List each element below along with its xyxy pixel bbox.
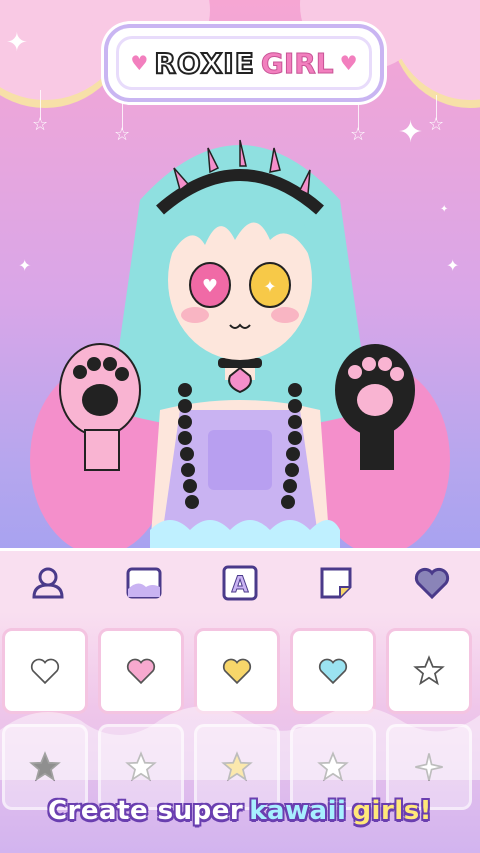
caption-part-3: girls! xyxy=(352,796,433,826)
game-screen: ☆ ☆ ☆ ☆ ✦ ✦ ✦ ✦ ✦ ♥ ROXIE GIRL ♥ ♥ ✦ A C… xyxy=(0,0,480,853)
heart-icon: ♥ xyxy=(339,51,358,75)
landscape-icon xyxy=(126,567,162,599)
caption-part-1: Create super xyxy=(47,796,244,826)
heart-icon xyxy=(222,658,252,685)
sticker-icon xyxy=(320,567,352,599)
wave-decoration xyxy=(0,706,480,780)
person-icon xyxy=(32,567,64,599)
star-outline-icon xyxy=(413,655,445,686)
svg-text:✦: ✦ xyxy=(263,277,276,296)
tab-background[interactable] xyxy=(122,561,166,605)
heart-icon xyxy=(318,658,348,685)
heart-icon xyxy=(414,567,450,600)
logo-word-roxie: ROXIE xyxy=(153,46,255,81)
tab-text[interactable]: A xyxy=(218,561,262,605)
sparkle-icon: ✦ xyxy=(6,28,28,58)
category-tab-bar: A xyxy=(0,548,480,615)
game-logo: ♥ ROXIE GIRL ♥ xyxy=(108,28,380,98)
svg-text:♥: ♥ xyxy=(202,276,218,297)
heart-outline-icon xyxy=(30,658,60,685)
tab-favorites[interactable] xyxy=(410,561,454,605)
tab-body[interactable] xyxy=(26,561,70,605)
heart-icon xyxy=(126,658,156,685)
promo-caption: Create super kawaii girls! xyxy=(0,796,480,826)
letter-a-icon: A xyxy=(222,565,258,601)
character-avatar[interactable]: ♥ ✦ xyxy=(30,110,450,550)
heart-icon: ♥ xyxy=(130,51,149,75)
svg-text:A: A xyxy=(231,573,248,598)
caption-part-2: kawaii xyxy=(249,796,347,826)
logo-word-girl: GIRL xyxy=(260,46,334,80)
tab-sticker[interactable] xyxy=(314,561,358,605)
